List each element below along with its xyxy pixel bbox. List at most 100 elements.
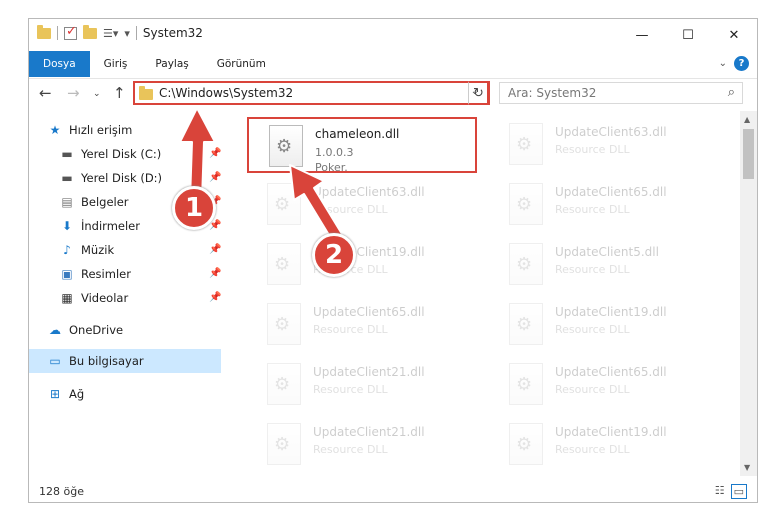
- music-icon: ♪: [63, 243, 71, 257]
- back-arrow-icon[interactable]: ←: [39, 84, 52, 102]
- tab-view[interactable]: Görünüm: [203, 51, 280, 77]
- file-description: Resource DLL: [313, 323, 388, 336]
- up-arrow-icon[interactable]: ↑: [113, 84, 126, 102]
- dll-file-icon: [267, 363, 301, 405]
- refresh-button[interactable]: ↻: [468, 81, 490, 105]
- pin-icon[interactable]: 📌: [209, 244, 221, 255]
- file-item[interactable]: UpdateClient65.dll Resource DLL: [489, 177, 719, 233]
- file-name: UpdateClient65.dll: [555, 185, 667, 199]
- computer-icon: ▭: [49, 354, 61, 368]
- video-icon: ▦: [61, 291, 73, 305]
- dll-file-icon: [267, 243, 301, 285]
- dll-file-icon: [509, 363, 543, 405]
- minimize-button[interactable]: —: [619, 19, 665, 51]
- sidebar-item-network[interactable]: ⊞ Ağ: [47, 383, 84, 405]
- file-name: UpdateClient19.dll: [555, 425, 667, 439]
- sidebar-item-label: Hızlı erişim: [69, 123, 133, 137]
- dll-file-icon: [509, 183, 543, 225]
- scroll-up-icon[interactable]: ▲: [744, 115, 750, 124]
- sidebar-item-pictures[interactable]: ▣ Resimler: [59, 263, 131, 285]
- dll-file-icon: [509, 123, 543, 165]
- customize-toolbar-icon[interactable]: ☰▾: [103, 27, 118, 40]
- folder-icon: [139, 86, 153, 100]
- item-count: 128 öğe: [39, 484, 84, 498]
- file-item[interactable]: UpdateClient65.dll Resource DLL: [247, 297, 477, 353]
- sidebar-item-documents[interactable]: ▤ Belgeler: [59, 191, 128, 213]
- drive-icon: ▬: [61, 147, 73, 161]
- sidebar-item-this-pc[interactable]: ▭ Bu bilgisayar: [47, 350, 143, 372]
- scrollbar-thumb[interactable]: [743, 129, 754, 179]
- file-description: Resource DLL: [313, 443, 388, 456]
- file-name: UpdateClient21.dll: [313, 425, 425, 439]
- file-item[interactable]: UpdateClient65.dll Resource DLL: [489, 357, 719, 413]
- tab-file[interactable]: Dosya: [29, 51, 90, 77]
- vertical-scrollbar[interactable]: ▲ ▼: [740, 111, 757, 476]
- file-item[interactable]: UpdateClient63.dll Resource DLL: [247, 177, 477, 233]
- sidebar-item-label: OneDrive: [69, 323, 124, 337]
- close-button[interactable]: ✕: [711, 19, 757, 51]
- star-icon: ★: [49, 123, 61, 137]
- toolbar-divider: [135, 26, 137, 40]
- file-item[interactable]: UpdateClient5.dll Resource DLL: [489, 237, 719, 293]
- navigation-pane: ★ Hızlı erişim ▬ Yerel Disk (C:) 📌 ▬ Yer…: [29, 111, 225, 476]
- recent-locations-icon[interactable]: ⌄: [93, 89, 101, 99]
- expand-ribbon-icon[interactable]: ⌄: [719, 58, 727, 69]
- file-description: Poker.: [315, 161, 348, 174]
- forward-arrow-icon[interactable]: →: [67, 84, 80, 102]
- scroll-down-icon[interactable]: ▼: [744, 463, 750, 472]
- sidebar-item-quick-access[interactable]: ★ Hızlı erişim: [47, 119, 133, 141]
- tab-home[interactable]: Giriş: [90, 51, 142, 77]
- pin-icon[interactable]: 📌: [209, 172, 221, 183]
- toolbar-dropdown-icon[interactable]: ▾: [124, 27, 130, 40]
- sidebar-item-disk-d[interactable]: ▬ Yerel Disk (D:): [59, 167, 162, 189]
- dll-file-icon: [267, 423, 301, 465]
- file-item[interactable]: UpdateClient19.dll Resource DLL: [489, 297, 719, 353]
- sidebar-item-downloads[interactable]: ⬇ İndirmeler: [59, 215, 140, 237]
- dll-file-icon: [509, 303, 543, 345]
- tab-share[interactable]: Paylaş: [141, 51, 202, 77]
- step-badge-2: 2: [312, 233, 356, 277]
- file-item[interactable]: UpdateClient63.dll Resource DLL: [489, 117, 719, 173]
- file-description: Resource DLL: [313, 203, 388, 216]
- view-switcher: ☷ ▭: [715, 484, 747, 499]
- file-item-chameleon[interactable]: chameleon.dll 1.0.0.3 Poker.: [247, 117, 477, 174]
- explorer-window: ☰▾ ▾ System32 — ☐ ✕ Dosya Giriş Paylaş G…: [28, 18, 758, 503]
- sidebar-item-label: Yerel Disk (C:): [81, 147, 162, 161]
- sidebar-item-onedrive[interactable]: ☁ OneDrive: [47, 319, 123, 341]
- file-name: chameleon.dll: [315, 127, 400, 141]
- pin-icon[interactable]: 📌: [209, 148, 221, 159]
- search-placeholder: Ara: System32: [508, 86, 597, 100]
- file-item[interactable]: UpdateClient19.dll Resource DLL: [247, 237, 477, 293]
- window-title: System32: [142, 26, 203, 40]
- details-view-icon[interactable]: ☷: [715, 484, 725, 499]
- sidebar-item-music[interactable]: ♪ Müzik: [59, 239, 114, 261]
- sidebar-item-videos[interactable]: ▦ Videolar: [59, 287, 128, 309]
- pin-icon[interactable]: 📌: [209, 292, 221, 303]
- search-input[interactable]: Ara: System32 ⌕: [499, 82, 743, 104]
- folder-icon[interactable]: [37, 24, 51, 39]
- status-bar: 128 öğe: [29, 479, 757, 503]
- dll-file-icon: [509, 423, 543, 465]
- quick-access-toolbar: ☰▾ ▾ System32: [37, 24, 203, 40]
- file-name: UpdateClient19.dll: [555, 305, 667, 319]
- sidebar-item-disk-c[interactable]: ▬ Yerel Disk (C:): [59, 143, 161, 165]
- maximize-button[interactable]: ☐: [665, 19, 711, 51]
- dll-file-icon: [267, 303, 301, 345]
- file-item[interactable]: UpdateClient21.dll Resource DLL: [247, 417, 477, 473]
- search-icon[interactable]: ⌕: [728, 85, 735, 100]
- file-name: UpdateClient63.dll: [555, 125, 667, 139]
- ribbon-tabs: Dosya Giriş Paylaş Görünüm: [29, 51, 757, 77]
- file-name: UpdateClient65.dll: [555, 365, 667, 379]
- pin-icon[interactable]: 📌: [209, 268, 221, 279]
- address-bar[interactable]: C:\Windows\System32 ⌄: [133, 81, 489, 105]
- address-path[interactable]: C:\Windows\System32: [159, 86, 293, 100]
- file-item[interactable]: UpdateClient19.dll Resource DLL: [489, 417, 719, 473]
- tiles-view-icon[interactable]: ▭: [730, 484, 747, 499]
- file-name: UpdateClient5.dll: [555, 245, 659, 259]
- new-folder-icon[interactable]: [83, 24, 97, 39]
- help-icon[interactable]: ?: [734, 56, 749, 71]
- file-description: Resource DLL: [555, 203, 630, 216]
- properties-check-icon[interactable]: [64, 24, 77, 40]
- toolbar-divider: [57, 26, 58, 40]
- file-item[interactable]: UpdateClient21.dll Resource DLL: [247, 357, 477, 413]
